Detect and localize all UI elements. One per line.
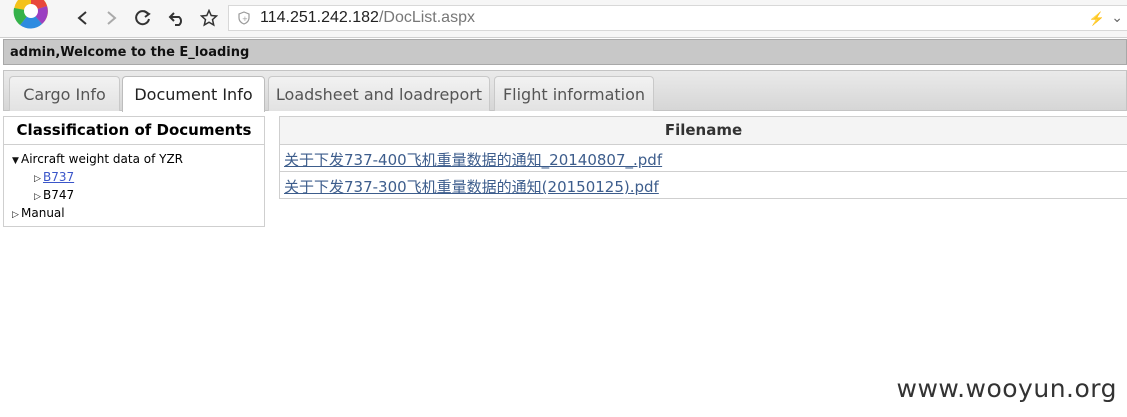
- tab-cargo-info[interactable]: Cargo Info: [9, 76, 120, 111]
- collapsed-triangle-icon[interactable]: ▷: [34, 174, 43, 184]
- welcome-bar: admin,Welcome to the E_loading: [3, 39, 1127, 65]
- star-icon: [200, 9, 218, 27]
- url-host: 114.251.242.182: [260, 9, 379, 26]
- reload-icon: [135, 10, 151, 26]
- tree-node-b737[interactable]: ▷ B737: [34, 170, 74, 184]
- bookmark-button[interactable]: [198, 7, 220, 29]
- back-button[interactable]: [72, 7, 94, 29]
- tree-link-b737[interactable]: B737: [43, 170, 74, 184]
- tree-node-aircraft-weight-data[interactable]: ▼ Aircraft weight data of YZR: [12, 152, 183, 166]
- classification-title: Classification of Documents: [4, 117, 264, 145]
- chevron-down-icon[interactable]: ⌄: [1111, 9, 1123, 26]
- shield-icon: +: [238, 11, 250, 25]
- forward-button[interactable]: [100, 7, 122, 29]
- file-link[interactable]: 关于下发737-300飞机重量数据的通知(20150125).pdf: [284, 176, 659, 197]
- file-list-table: Filename 关于下发737-400飞机重量数据的通知_20140807_.…: [279, 116, 1127, 199]
- tree-node-label: Manual: [21, 206, 65, 220]
- svg-text:+: +: [242, 15, 248, 23]
- forward-arrow-icon: [107, 11, 117, 25]
- welcome-text: admin,Welcome to the E_loading: [10, 45, 250, 60]
- table-row: 关于下发737-300飞机重量数据的通知(20150125).pdf: [280, 172, 1127, 198]
- tree-node-label: B747: [43, 188, 75, 202]
- tab-loadsheet-and-loadreport[interactable]: Loadsheet and loadreport: [268, 76, 490, 111]
- filename-column-header: Filename: [280, 117, 1127, 145]
- watermark: www.wooyun.org: [896, 374, 1117, 403]
- tab-flight-information[interactable]: Flight information: [494, 76, 654, 111]
- classification-panel: Classification of Documents ▼ Aircraft we…: [3, 116, 265, 227]
- browser-toolbar: + 114.251.242.182/DocList.aspx ⚡ ⌄: [0, 0, 1127, 38]
- back-arrow-icon: [77, 11, 87, 25]
- undo-close-tab-button[interactable]: [166, 7, 188, 29]
- collapsed-triangle-icon[interactable]: ▷: [34, 192, 43, 202]
- collapsed-triangle-icon[interactable]: ▷: [12, 210, 21, 220]
- tree-node-manual[interactable]: ▷ Manual: [12, 206, 65, 220]
- tree-node-b747[interactable]: ▷ B747: [34, 188, 74, 202]
- tab-strip: Cargo Info Document Info Loadsheet and l…: [3, 70, 1127, 112]
- tab-document-info[interactable]: Document Info: [122, 76, 265, 112]
- browser-logo-icon[interactable]: [10, 0, 52, 34]
- lightning-icon[interactable]: ⚡: [1089, 11, 1105, 27]
- tree-node-label: Aircraft weight data of YZR: [21, 152, 184, 166]
- url-path: /DocList.aspx: [378, 9, 475, 26]
- file-link[interactable]: 关于下发737-400飞机重量数据的通知_20140807_.pdf: [284, 149, 662, 170]
- reload-button[interactable]: [132, 7, 154, 29]
- url-text: 114.251.242.182/DocList.aspx: [260, 9, 475, 27]
- table-row: 关于下发737-400飞机重量数据的通知_20140807_.pdf: [280, 145, 1127, 172]
- address-bar[interactable]: + 114.251.242.182/DocList.aspx ⚡ ⌄: [228, 5, 1127, 31]
- expanded-triangle-icon[interactable]: ▼: [12, 156, 21, 166]
- undo-icon: [168, 12, 182, 26]
